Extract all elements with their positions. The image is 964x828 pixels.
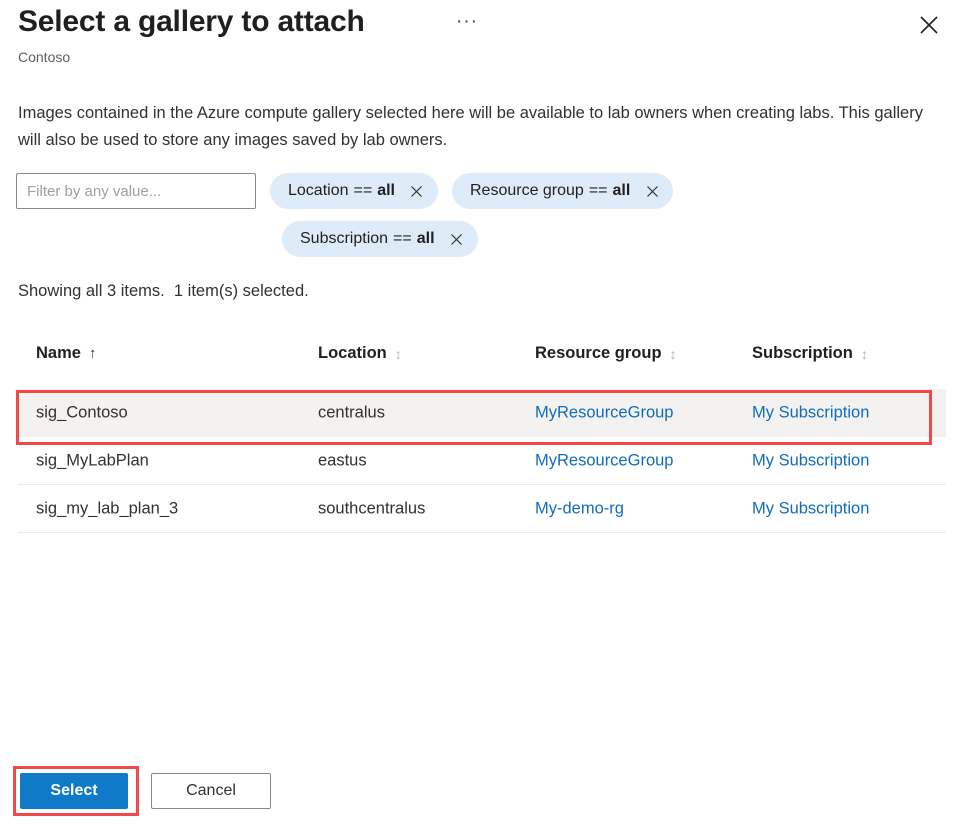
column-header-resource-group[interactable]: Resource group ↕ — [535, 344, 675, 363]
filter-pill-subscription-remove-icon[interactable] — [448, 230, 466, 248]
sort-ascending-icon: ↑ — [89, 345, 97, 362]
filter-row-secondary: Subscription == all — [282, 221, 946, 257]
filter-row-primary: Location == all Resource group == all — [16, 173, 946, 209]
cell-subscription-link[interactable]: My Subscription — [752, 403, 869, 422]
filter-pill-subscription-value: all — [417, 230, 435, 248]
sort-toggle-icon: ↕ — [861, 346, 866, 362]
column-header-subscription-label: Subscription — [752, 344, 853, 363]
filter-pill-resource-group[interactable]: Resource group == all — [452, 173, 673, 209]
filter-pill-location[interactable]: Location == all — [270, 173, 438, 209]
select-button[interactable]: Select — [20, 773, 128, 809]
filter-pill-resource-group-value: all — [613, 182, 631, 200]
dialog-subtitle: Contoso — [18, 47, 70, 67]
cell-location: eastus — [318, 451, 367, 470]
cell-subscription-link[interactable]: My Subscription — [752, 499, 869, 518]
cell-location: southcentralus — [318, 499, 425, 518]
select-gallery-dialog: Select a gallery to attach ··· Contoso I… — [0, 0, 964, 828]
column-header-name-label: Name — [36, 344, 81, 363]
filter-bar: Location == all Resource group == all — [16, 173, 946, 257]
table-row[interactable]: sig_my_lab_plan_3 southcentralus My-demo… — [18, 485, 946, 533]
gallery-table: Name ↑ Location ↕ Resource group ↕ Subsc… — [0, 344, 964, 533]
column-header-location-label: Location — [318, 344, 387, 363]
dialog-description: Images contained in the Azure compute ga… — [18, 100, 938, 154]
filter-pill-subscription-label: Subscription — [300, 230, 388, 248]
close-icon — [918, 14, 940, 36]
cell-name: sig_MyLabPlan — [36, 451, 149, 470]
page-title: Select a gallery to attach — [18, 2, 365, 42]
table-header-row: Name ↑ Location ↕ Resource group ↕ Subsc… — [0, 344, 964, 380]
cell-resource-group-link[interactable]: MyResourceGroup — [535, 403, 673, 422]
table-row[interactable]: sig_MyLabPlan eastus MyResourceGroup My … — [18, 437, 946, 485]
sort-toggle-icon: ↕ — [395, 346, 400, 362]
dialog-footer: Select Cancel — [0, 765, 964, 828]
table-row[interactable]: sig_Contoso centralus MyResourceGroup My… — [18, 389, 946, 437]
search-input[interactable] — [16, 173, 256, 209]
table-body: sig_Contoso centralus MyResourceGroup My… — [0, 389, 964, 533]
filter-pill-resource-group-operator: == — [589, 182, 608, 200]
filter-pill-resource-group-remove-icon[interactable] — [643, 182, 661, 200]
column-header-location[interactable]: Location ↕ — [318, 344, 400, 363]
results-status-text: Showing all 3 items. 1 item(s) selected. — [18, 282, 309, 301]
overflow-menu-icon[interactable]: ··· — [452, 12, 482, 38]
close-button[interactable] — [910, 6, 948, 44]
filter-pill-resource-group-label: Resource group — [470, 182, 584, 200]
filter-pill-location-label: Location — [288, 182, 349, 200]
cell-location: centralus — [318, 403, 385, 422]
dialog-header: Select a gallery to attach ··· Contoso — [0, 0, 964, 82]
filter-pill-location-remove-icon[interactable] — [408, 182, 426, 200]
cell-resource-group-link[interactable]: My-demo-rg — [535, 499, 624, 518]
column-header-resource-group-label: Resource group — [535, 344, 662, 363]
cell-subscription-link[interactable]: My Subscription — [752, 451, 869, 470]
column-header-subscription[interactable]: Subscription ↕ — [752, 344, 866, 363]
cell-name: sig_Contoso — [36, 403, 128, 422]
cancel-button[interactable]: Cancel — [151, 773, 271, 809]
filter-pill-subscription[interactable]: Subscription == all — [282, 221, 478, 257]
cell-name: sig_my_lab_plan_3 — [36, 499, 178, 518]
filter-pill-location-operator: == — [354, 182, 373, 200]
column-header-name[interactable]: Name ↑ — [36, 344, 96, 363]
filter-pill-location-value: all — [377, 182, 395, 200]
filter-pill-subscription-operator: == — [393, 230, 412, 248]
cell-resource-group-link[interactable]: MyResourceGroup — [535, 451, 673, 470]
sort-toggle-icon: ↕ — [670, 346, 675, 362]
